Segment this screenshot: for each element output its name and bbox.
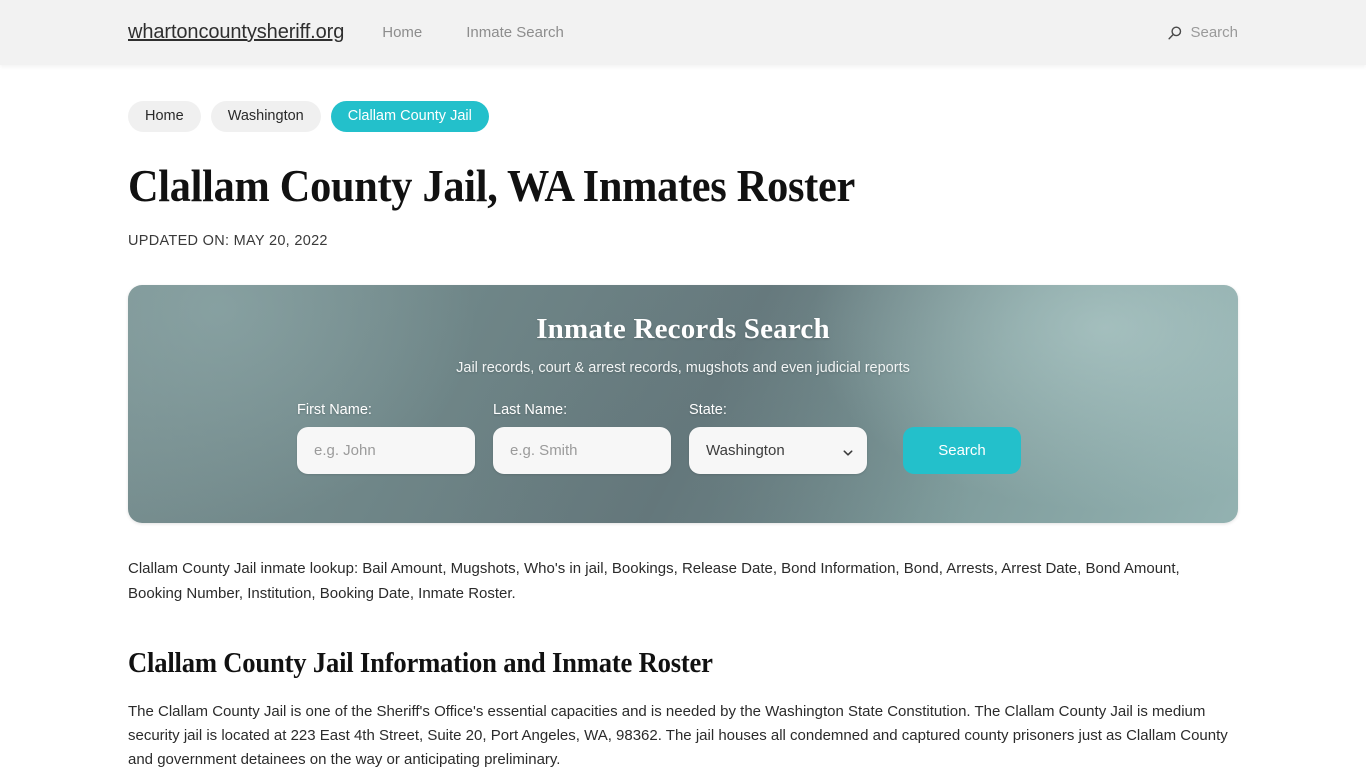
site-logo[interactable]: whartoncountysheriff.org <box>128 21 344 44</box>
breadcrumb-item-home[interactable]: Home <box>128 101 201 132</box>
header-search-label: Search <box>1190 24 1238 41</box>
last-name-input[interactable] <box>493 427 671 475</box>
nav-item-inmate-search[interactable]: Inmate Search <box>466 24 564 41</box>
jail-information-paragraph: The Clallam County Jail is one of the Sh… <box>128 702 1228 768</box>
state-select-wrap: Washington <box>689 427 867 475</box>
lookup-description: Clallam County Jail inmate lookup: Bail … <box>128 560 1180 602</box>
inmate-records-search-panel: Inmate Records Search Jail records, cour… <box>128 285 1238 524</box>
hero-subtitle: Jail records, court & arrest records, mu… <box>456 360 910 377</box>
search-icon <box>1167 25 1183 41</box>
inmate-search-form: First Name: Last Name: State: Washington <box>128 376 1238 475</box>
search-button[interactable]: Search <box>903 427 1021 475</box>
header-search-box[interactable]: Search <box>1167 24 1238 41</box>
site-header: whartoncountysheriff.org Home Inmate Sea… <box>0 0 1366 65</box>
breadcrumb-item-washington[interactable]: Washington <box>210 101 321 132</box>
header-inner: whartoncountysheriff.org Home Inmate Sea… <box>0 21 1366 44</box>
state-label: State: <box>689 402 727 419</box>
updated-date: UPDATED ON: MAY 20, 2022 <box>128 233 328 250</box>
breadcrumb-item-clallam-county-jail[interactable]: Clallam County Jail <box>330 101 489 132</box>
nav-item-home[interactable]: Home <box>382 24 422 41</box>
last-name-label: Last Name: <box>493 402 568 419</box>
last-name-field: Last Name: <box>493 402 671 475</box>
first-name-input[interactable] <box>297 427 475 475</box>
page-title: Clallam County Jail, WA Inmates Roster <box>128 159 856 211</box>
hero-title: Inmate Records Search <box>536 313 830 346</box>
state-select[interactable]: Washington <box>689 427 867 475</box>
breadcrumb: Home Washington Clallam County Jail <box>128 65 1238 132</box>
state-field: State: Washington <box>689 402 867 475</box>
first-name-label: First Name: <box>297 402 372 419</box>
section-title: Clallam County Jail Information and Inma… <box>128 647 713 679</box>
main-navigation: Home Inmate Search <box>382 24 564 41</box>
page-container: Home Washington Clallam County Jail Clal… <box>0 65 1366 768</box>
first-name-field: First Name: <box>297 402 475 475</box>
